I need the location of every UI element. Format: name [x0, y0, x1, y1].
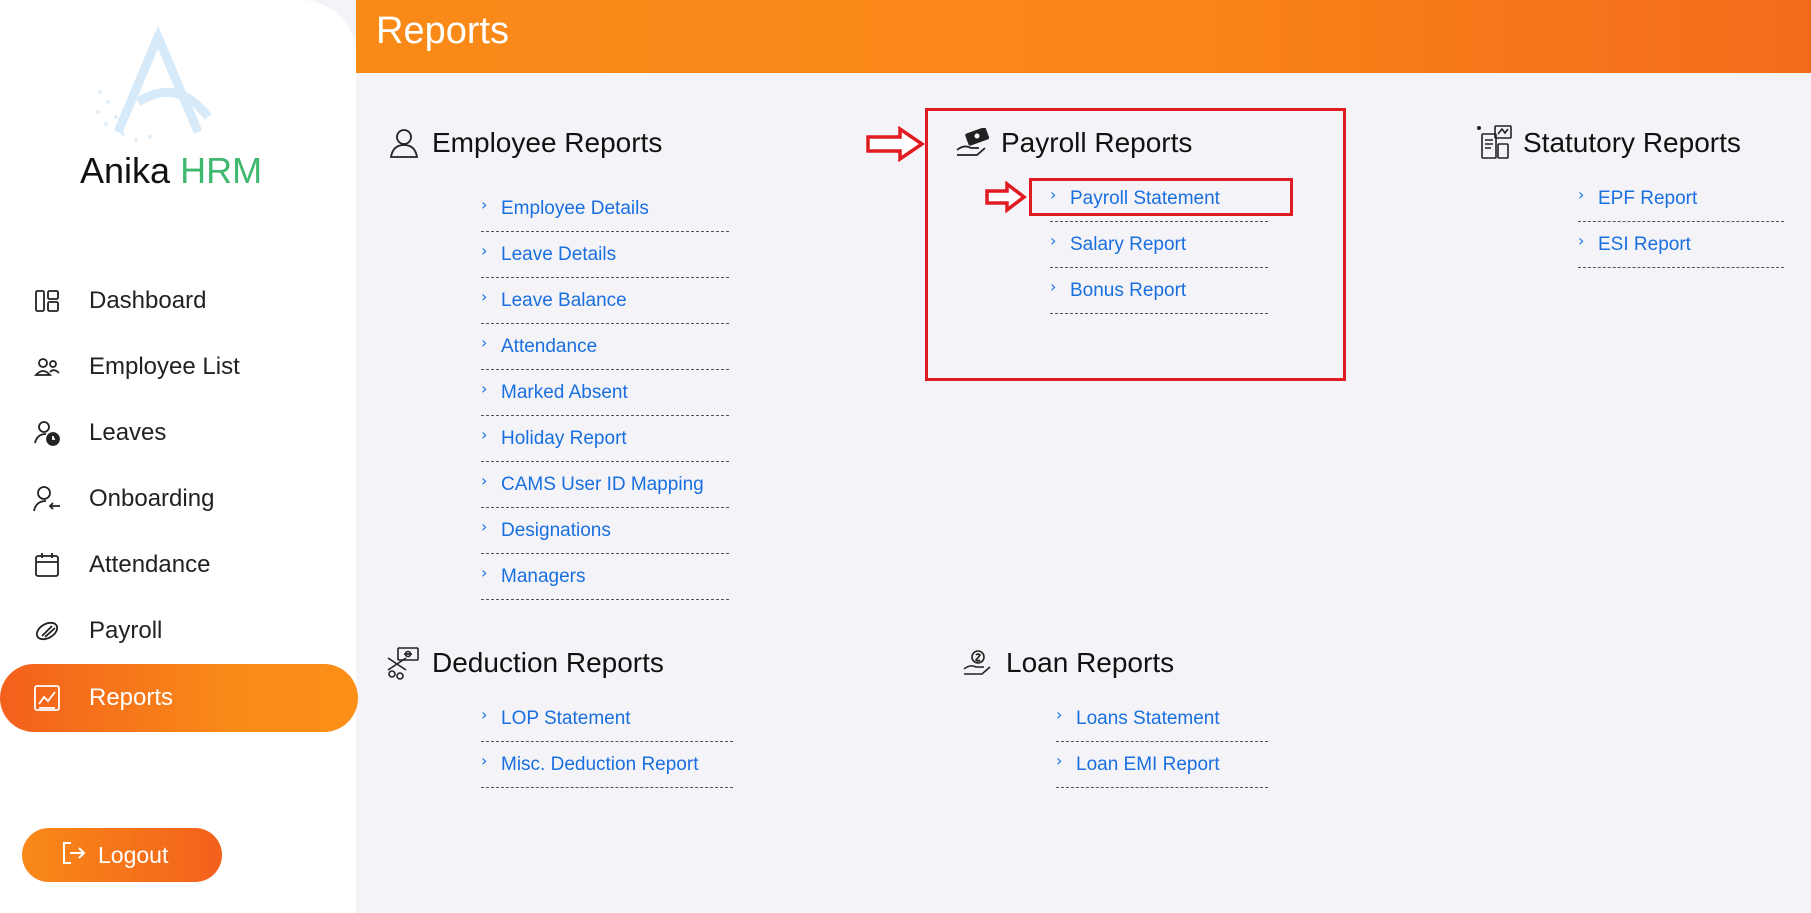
- report-link-label: LOP Statement: [501, 707, 631, 729]
- annotation-box-payroll-reports: [925, 108, 1346, 381]
- chevron-right-icon: ›: [481, 195, 488, 214]
- report-link[interactable]: › Loans Statement: [1056, 696, 1268, 742]
- sidebar-item-dashboard[interactable]: Dashboard: [0, 268, 356, 334]
- sidebar-nav: Dashboard Employee List Leaves Onboardin…: [0, 268, 358, 732]
- chevron-right-icon: ›: [481, 241, 488, 260]
- sidebar-item-label: Employee List: [89, 353, 240, 380]
- sidebar-item-label: Reports: [89, 684, 174, 711]
- report-link-label: Misc. Deduction Report: [501, 753, 699, 775]
- logout-icon: [60, 840, 86, 870]
- report-link[interactable]: › Marked Absent: [481, 370, 729, 416]
- sidebar-item-employee-list[interactable]: Employee List: [0, 334, 356, 400]
- chevron-right-icon: ›: [1578, 231, 1585, 250]
- calendar-icon: [30, 548, 64, 582]
- annotation-box-payroll-statement: [1029, 178, 1293, 216]
- section-title: Employee Reports: [432, 127, 663, 158]
- section-title: Statutory Reports: [1523, 127, 1741, 158]
- report-link[interactable]: › Attendance: [481, 324, 729, 370]
- user-clock-icon: [30, 416, 64, 450]
- logo-icon: [88, 22, 228, 147]
- chevron-right-icon: ›: [481, 751, 488, 770]
- section-title: Deduction Reports: [432, 647, 664, 678]
- deduction-reports-links: › LOP Statement › Misc. Deduction Report: [481, 696, 733, 788]
- sidebar-item-label: Payroll: [89, 617, 163, 644]
- report-link-label: Loan EMI Report: [1076, 753, 1220, 775]
- report-link-label: Loans Statement: [1076, 707, 1220, 729]
- chevron-right-icon: ›: [1578, 185, 1585, 204]
- brand-title: Anika: [80, 150, 171, 191]
- report-link-label: Holiday Report: [501, 427, 627, 449]
- report-link-label: Employee Details: [501, 197, 649, 219]
- report-link[interactable]: › Leave Balance: [481, 278, 729, 324]
- user-arrow-icon: [30, 482, 64, 516]
- sidebar-item-attendance[interactable]: Attendance: [0, 532, 356, 598]
- sidebar-item-leaves[interactable]: Leaves: [0, 400, 356, 466]
- report-link[interactable]: › EPF Report: [1578, 176, 1784, 222]
- report-link-label: Leave Balance: [501, 289, 627, 311]
- sidebar-item-payroll[interactable]: Payroll: [0, 598, 356, 664]
- loan-reports-section: Loan Reports: [958, 643, 1174, 683]
- chevron-right-icon: ›: [481, 287, 488, 306]
- chevron-right-icon: ›: [481, 379, 488, 398]
- sidebar-item-label: Dashboard: [89, 287, 207, 314]
- sidebar-item-label: Attendance: [89, 551, 211, 578]
- users-icon: [30, 350, 64, 384]
- brand-suffix: HRM: [180, 150, 263, 191]
- page-title: Reports: [376, 10, 510, 52]
- report-link-label: Managers: [501, 565, 586, 587]
- brand-name: Anika HRM: [80, 150, 262, 192]
- chevron-right-icon: ›: [481, 333, 488, 352]
- sidebar-item-reports[interactable]: Reports: [0, 664, 358, 732]
- coin-hand-icon: [958, 645, 998, 681]
- report-link-label: EPF Report: [1598, 187, 1698, 209]
- report-link[interactable]: › LOP Statement: [481, 696, 733, 742]
- dashboard-icon: [30, 284, 64, 318]
- chart-icon: [30, 681, 64, 715]
- report-link[interactable]: › Employee Details: [481, 186, 729, 232]
- logout-button[interactable]: Logout: [22, 828, 222, 882]
- annotation-arrow-icon: [866, 126, 926, 162]
- employee-reports-links: › Employee Details › Leave Details › Leave Ba…: [481, 186, 729, 600]
- sidebar-item-label: Onboarding: [89, 485, 215, 512]
- scissors-money-icon: [384, 645, 424, 681]
- sidebar: Anika HRM Dashboard Employee List Leaves: [0, 0, 358, 913]
- logout-label: Logout: [98, 841, 169, 868]
- money-icon: [30, 614, 64, 648]
- chevron-right-icon: ›: [1056, 705, 1063, 724]
- report-link[interactable]: › Leave Details: [481, 232, 729, 278]
- user-outline-icon: [384, 125, 424, 161]
- deduction-reports-section: Deduction Reports: [384, 643, 664, 683]
- chevron-right-icon: ›: [481, 425, 488, 444]
- statutory-reports-links: › EPF Report › ESI Report: [1578, 176, 1784, 268]
- chevron-right-icon: ›: [481, 471, 488, 490]
- report-link-label: Attendance: [501, 335, 598, 357]
- report-link[interactable]: › ESI Report: [1578, 222, 1784, 268]
- report-link-label: CAMS User ID Mapping: [501, 473, 704, 495]
- report-link[interactable]: › CAMS User ID Mapping: [481, 462, 729, 508]
- employee-reports-section: Employee Reports: [384, 123, 662, 163]
- statutory-reports-section: Statutory Reports: [1475, 123, 1741, 163]
- report-link[interactable]: › Loan EMI Report: [1056, 742, 1268, 788]
- chevron-right-icon: ›: [1056, 751, 1063, 770]
- chevron-right-icon: ›: [481, 563, 488, 582]
- report-link[interactable]: › Managers: [481, 554, 729, 600]
- document-scale-icon: [1475, 125, 1515, 161]
- report-link[interactable]: › Holiday Report: [481, 416, 729, 462]
- loan-reports-links: › Loans Statement › Loan EMI Report: [1056, 696, 1268, 788]
- report-link[interactable]: › Misc. Deduction Report: [481, 742, 733, 788]
- sidebar-item-label: Leaves: [89, 419, 167, 446]
- report-link-label: Leave Details: [501, 243, 617, 265]
- chevron-right-icon: ›: [481, 705, 488, 724]
- report-link[interactable]: › Designations: [481, 508, 729, 554]
- report-link-label: ESI Report: [1598, 233, 1691, 255]
- page-header: Reports: [356, 0, 1811, 73]
- sidebar-item-onboarding[interactable]: Onboarding: [0, 466, 356, 532]
- report-link-label: Marked Absent: [501, 381, 628, 403]
- section-title: Loan Reports: [1006, 647, 1175, 678]
- report-link-label: Designations: [501, 519, 611, 541]
- chevron-right-icon: ›: [481, 517, 488, 536]
- annotation-arrow-icon: [985, 181, 1027, 213]
